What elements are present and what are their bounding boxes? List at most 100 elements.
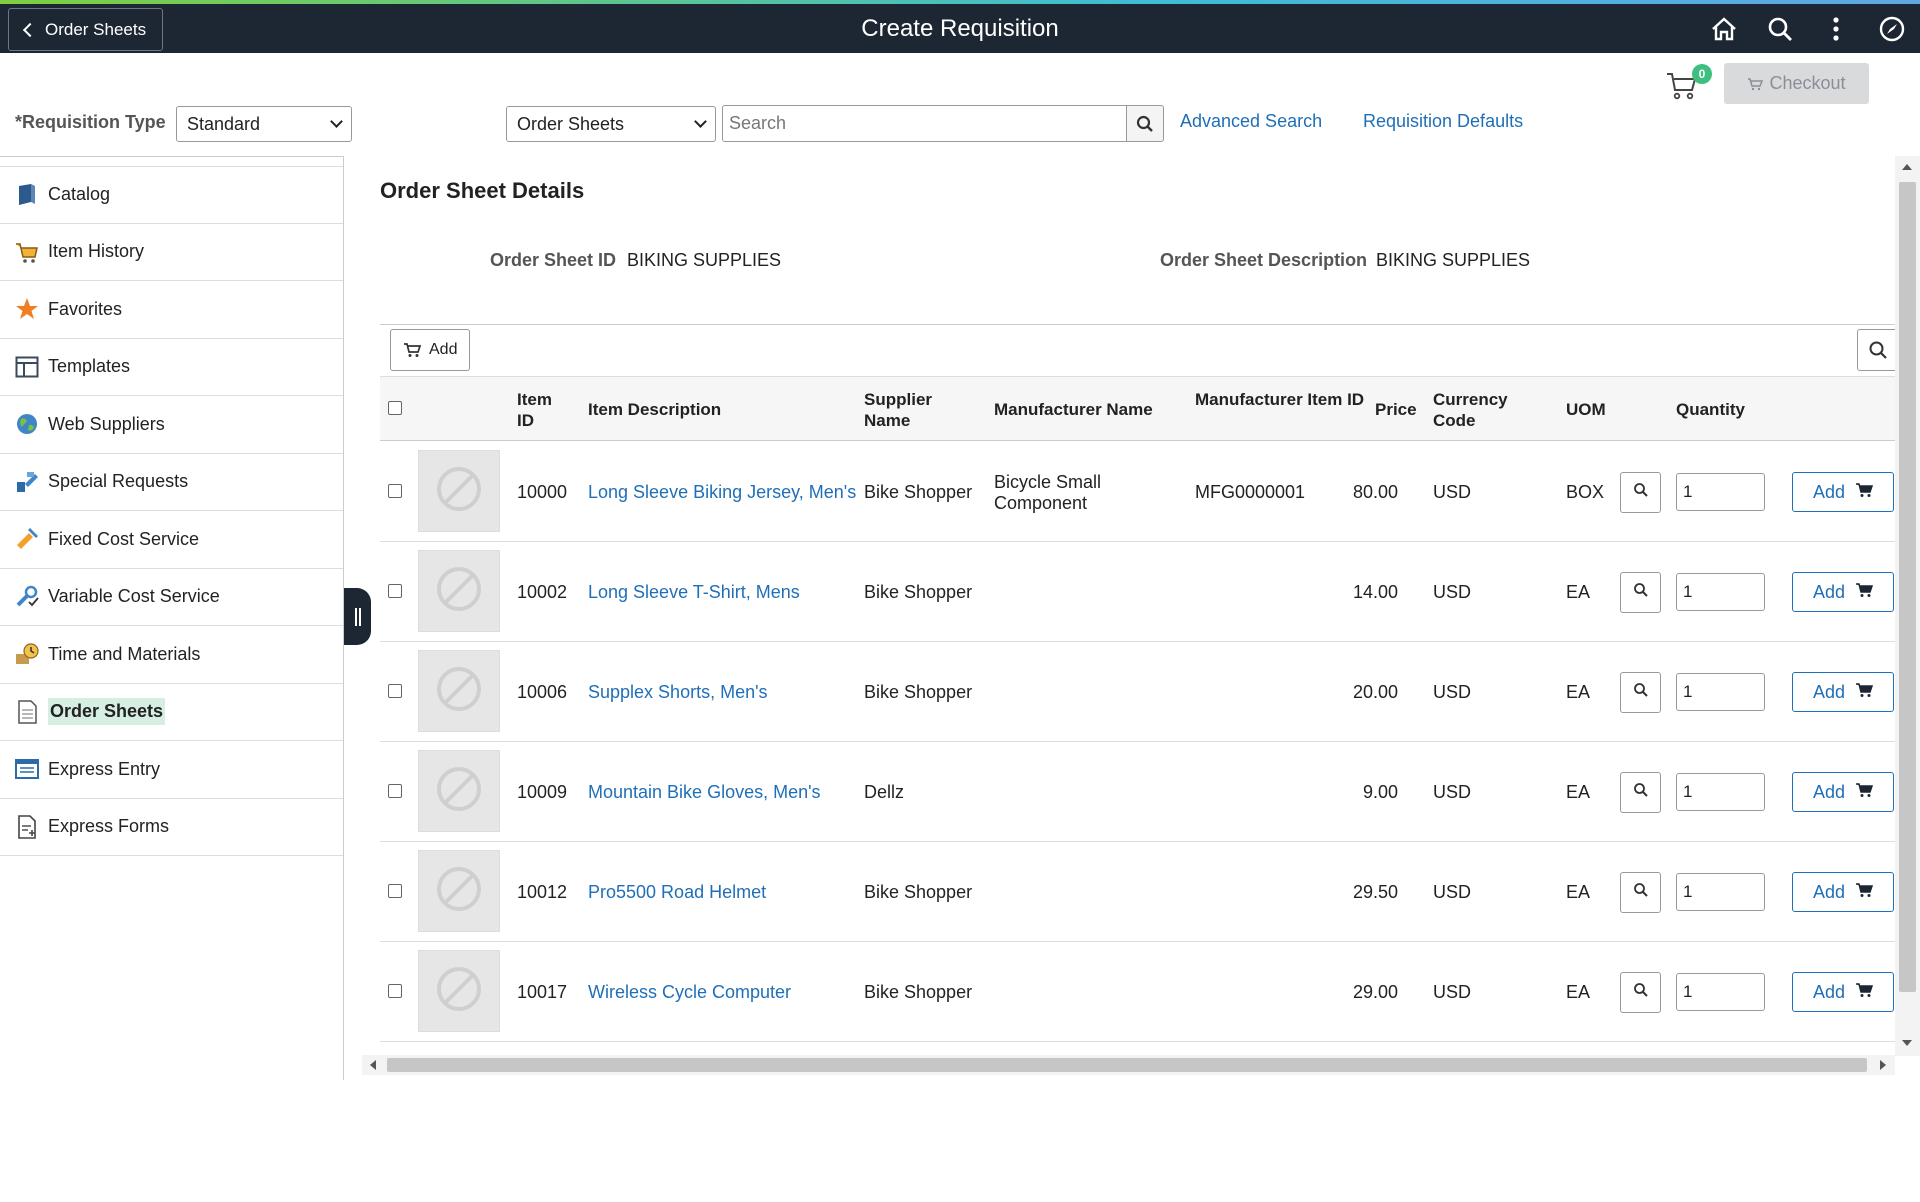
sidebar-item-web-suppliers[interactable]: Web Suppliers: [0, 396, 343, 454]
sidebar-item-variable-cost-service[interactable]: Variable Cost Service: [0, 568, 343, 626]
back-button[interactable]: Order Sheets: [8, 8, 164, 51]
quantity-input[interactable]: [1676, 973, 1765, 1011]
order-sheet-id-value: BIKING SUPPLIES: [627, 250, 782, 270]
cart-count-badge: 0: [1692, 64, 1712, 84]
quantity-input[interactable]: [1676, 673, 1765, 711]
order-sheet-description-value: BIKING SUPPLIES: [1376, 250, 1531, 270]
cart-icon: [1855, 482, 1874, 503]
add-to-cart-button[interactable]: Add: [1792, 772, 1894, 812]
vertical-scroll-thumb[interactable]: [1899, 182, 1916, 992]
requisition-defaults-link[interactable]: Requisition Defaults: [1363, 111, 1523, 132]
scroll-right-icon[interactable]: [1880, 1060, 1886, 1070]
scroll-up-icon[interactable]: [1902, 164, 1912, 170]
sidebar-item-fixed-cost-service[interactable]: Fixed Cost Service: [0, 511, 343, 569]
scroll-down-icon[interactable]: [1902, 1040, 1912, 1046]
add-button-label: Add: [1812, 581, 1846, 602]
search-icon[interactable]: [1752, 4, 1808, 53]
search-icon: [1136, 115, 1153, 132]
search-button[interactable]: [1126, 105, 1164, 142]
currency-code-cell: USD: [1433, 882, 1472, 902]
navigator-icon[interactable]: [1864, 4, 1920, 53]
item-description-link[interactable]: Pro5500 Road Helmet: [588, 882, 858, 903]
quantity-input[interactable]: [1676, 573, 1765, 611]
quantity-input[interactable]: [1676, 473, 1765, 511]
item-image-placeholder: [418, 750, 500, 832]
back-button-label: Order Sheets: [45, 19, 147, 39]
cart-icon: [1855, 582, 1874, 603]
row-checkbox[interactable]: [388, 784, 402, 798]
add-selected-button[interactable]: Add: [390, 329, 471, 371]
add-to-cart-button[interactable]: Add: [1792, 672, 1894, 712]
row-checkbox[interactable]: [388, 884, 402, 898]
price-cell: 20.00: [1352, 682, 1398, 702]
checkout-button[interactable]: Checkout: [1724, 63, 1869, 104]
price-cell: 9.00: [1362, 782, 1398, 802]
item-image-placeholder: [418, 650, 500, 732]
item-description-link[interactable]: Wireless Cycle Computer: [588, 982, 858, 1003]
add-button-label: Add: [1812, 481, 1846, 502]
horizontal-scroll-thumb[interactable]: [387, 1058, 1867, 1072]
column-header-item-description: Item Description: [588, 400, 722, 419]
sidebar-item-special-requests[interactable]: Special Requests: [0, 453, 343, 511]
home-icon[interactable]: [1696, 4, 1752, 53]
sidebar-list: Catalog Item History Favorites Templates…: [0, 166, 343, 856]
row-checkbox[interactable]: [388, 484, 402, 498]
cart-icon: [1855, 682, 1874, 703]
item-id-cell: 10012: [517, 882, 568, 902]
cart-history-icon: [14, 239, 40, 265]
item-description-link[interactable]: Mountain Bike Gloves, Men's: [588, 782, 858, 803]
more-vertical-icon[interactable]: [1808, 4, 1864, 53]
column-header-quantity: Quantity: [1676, 400, 1745, 419]
uom-lookup-button[interactable]: [1620, 472, 1661, 513]
sidebar-item-label: Web Suppliers: [48, 413, 165, 434]
horizontal-scrollbar[interactable]: [362, 1055, 1895, 1075]
item-id-cell: 10002: [517, 582, 568, 602]
sidebar-item-time-and-materials[interactable]: Time and Materials: [0, 626, 343, 684]
table-row: 10017 Wireless Cycle Computer Bike Shopper…: [380, 942, 1902, 1042]
uom-lookup-button[interactable]: [1620, 972, 1661, 1013]
row-checkbox[interactable]: [388, 984, 402, 998]
search-icon: [1869, 341, 1887, 359]
sidebar-item-item-history[interactable]: Item History: [0, 223, 343, 281]
add-to-cart-button[interactable]: Add: [1792, 972, 1894, 1012]
search-icon: [1633, 582, 1649, 603]
search-input[interactable]: [722, 105, 1127, 142]
add-to-cart-button[interactable]: Add: [1792, 472, 1894, 512]
item-description-link[interactable]: Long Sleeve T-Shirt, Mens: [588, 582, 858, 603]
sidebar-item-catalog[interactable]: Catalog: [0, 166, 343, 224]
supplier-name-cell: Bike Shopper: [864, 682, 973, 702]
column-header-manufacturer-name: Manufacturer Name: [994, 400, 1153, 419]
cart-button[interactable]: 0: [1665, 64, 1712, 104]
requisition-type-value: Standard: [187, 113, 261, 134]
select-all-checkbox[interactable]: [388, 401, 402, 415]
uom-lookup-button[interactable]: [1620, 772, 1661, 813]
requisition-type-select[interactable]: Standard: [176, 106, 352, 142]
add-to-cart-button[interactable]: Add: [1792, 572, 1894, 612]
uom-cell: EA: [1566, 582, 1591, 602]
supplier-name-cell: Bike Shopper: [864, 582, 973, 602]
item-description-link[interactable]: Supplex Shorts, Men's: [588, 682, 858, 703]
sidebar-item-label: Templates: [48, 356, 131, 377]
chevron-down-icon: [694, 115, 707, 128]
sidebar-item-label: Fixed Cost Service: [48, 528, 200, 549]
uom-lookup-button[interactable]: [1620, 572, 1661, 613]
grid-search-button[interactable]: [1857, 329, 1899, 371]
row-checkbox[interactable]: [388, 584, 402, 598]
sidebar-item-express-entry[interactable]: Express Entry: [0, 741, 343, 799]
row-checkbox[interactable]: [388, 684, 402, 698]
add-button-label: Add: [1812, 881, 1846, 902]
search-scope-select[interactable]: Order Sheets: [506, 106, 716, 142]
sidebar-item-favorites[interactable]: Favorites: [0, 281, 343, 339]
vertical-scrollbar[interactable]: [1895, 156, 1920, 1056]
sidebar-item-order-sheets[interactable]: Order Sheets: [0, 683, 343, 741]
advanced-search-link[interactable]: Advanced Search: [1180, 111, 1322, 132]
sidebar-item-templates[interactable]: Templates: [0, 338, 343, 396]
sidebar-item-express-forms[interactable]: Express Forms: [0, 798, 343, 856]
uom-lookup-button[interactable]: [1620, 872, 1661, 913]
scroll-left-icon[interactable]: [370, 1060, 376, 1070]
quantity-input[interactable]: [1676, 773, 1765, 811]
add-to-cart-button[interactable]: Add: [1792, 872, 1894, 912]
item-description-link[interactable]: Long Sleeve Biking Jersey, Men's: [588, 482, 858, 503]
quantity-input[interactable]: [1676, 873, 1765, 911]
uom-lookup-button[interactable]: [1620, 672, 1661, 713]
